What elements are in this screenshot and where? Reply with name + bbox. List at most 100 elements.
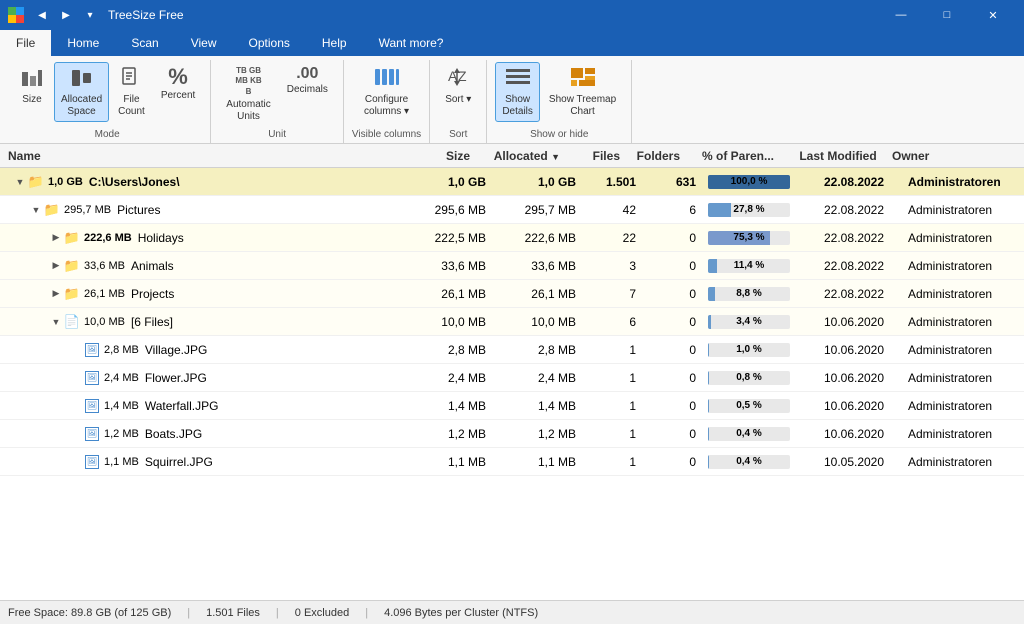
percent-text-1: 27,8 % [733, 204, 764, 215]
allocated-4: 26,1 MB [494, 287, 584, 301]
size-label-6: 2,8 MB [104, 344, 139, 356]
row-name-9: ▶ 🖼 1,2 MB Boats.JPG [0, 426, 414, 442]
forward-button[interactable]: ▶ [56, 5, 76, 25]
percent-bar-fill-3 [708, 259, 717, 273]
percent-bar-bg-8: 0,5 % [708, 399, 790, 413]
decimals-button[interactable]: .00 Decimals [280, 62, 335, 127]
percent-5: 3,4 % [704, 315, 804, 329]
table-row[interactable]: ▶ 🖼 1,4 MB Waterfall.JPG 1,4 MB 1,4 MB 1… [0, 392, 1024, 420]
percent-label: Percent [161, 90, 195, 102]
main-content: Name Size Allocated ▼ Files Folders % of… [0, 144, 1024, 600]
show-details-button[interactable]: ShowDetails [495, 62, 540, 122]
allocated-5: 10,0 MB [494, 315, 584, 329]
modified-0: 22.08.2022 [804, 175, 904, 189]
sort-button[interactable]: A Z Sort ▾ [438, 62, 478, 110]
percent-6: 1,0 % [704, 343, 804, 357]
percent-bar-bg-10: 0,4 % [708, 455, 790, 469]
app-title: TreeSize Free [108, 8, 878, 22]
folders-9: 0 [644, 427, 704, 441]
table-row[interactable]: ▶ 🖼 2,4 MB Flower.JPG 2,4 MB 2,4 MB 1 0 … [0, 364, 1024, 392]
table-row[interactable]: ▼ 📁 1,0 GB C:\Users\Jones\ 1,0 GB 1,0 GB… [0, 168, 1024, 196]
table-row[interactable]: ▶ 📁 33,6 MB Animals 33,6 MB 33,6 MB 3 0 … [0, 252, 1024, 280]
tab-want-more[interactable]: Want more? [363, 30, 460, 56]
show-hide-buttons: ShowDetails Show TreemapChart [495, 62, 623, 122]
name-5: [6 Files] [131, 315, 173, 329]
image-icon-8: 🖼 [84, 398, 100, 414]
percent-bar-fill-5 [708, 315, 711, 329]
expand-btn-1[interactable]: ▼ [28, 202, 44, 218]
expand-btn-0[interactable]: ▼ [12, 174, 28, 190]
status-cluster: 4.096 Bytes per Cluster (NTFS) [384, 607, 538, 619]
image-icon-10: 🖼 [84, 454, 100, 470]
configure-columns-icon [373, 66, 401, 92]
sort-label: Sort ▾ [445, 94, 471, 106]
percent-text-9: 0,4 % [736, 428, 762, 439]
size-label-5: 10,0 MB [84, 316, 125, 328]
show-treemap-button[interactable]: Show TreemapChart [542, 62, 623, 122]
size-label-7: 2,4 MB [104, 372, 139, 384]
name-0: C:\Users\Jones\ [89, 175, 180, 189]
tab-view[interactable]: View [175, 30, 233, 56]
image-icon-7: 🖼 [84, 370, 100, 386]
folder-icon-2: 📁 [64, 230, 80, 246]
window-controls: — □ ✕ [878, 0, 1016, 30]
table-row[interactable]: ▼ 📁 295,7 MB Pictures 295,6 MB 295,7 MB … [0, 196, 1024, 224]
ribbon-content: Size AllocatedSpace [0, 56, 1024, 143]
col-header-modified: Last Modified [788, 149, 888, 163]
files-1: 42 [584, 203, 644, 217]
modified-4: 22.08.2022 [804, 287, 904, 301]
allocated-space-button[interactable]: AllocatedSpace [54, 62, 109, 122]
percent-bar-container-6: 1,0 % [704, 343, 794, 357]
table-body[interactable]: ▼ 📁 1,0 GB C:\Users\Jones\ 1,0 GB 1,0 GB… [0, 168, 1024, 600]
percent-bar-bg-3: 11,4 % [708, 259, 790, 273]
files-4: 7 [584, 287, 644, 301]
tab-file[interactable]: File [0, 30, 51, 56]
table-row[interactable]: ▶ 📁 222,6 MB Holidays 222,5 MB 222,6 MB … [0, 224, 1024, 252]
percent-9: 0,4 % [704, 427, 804, 441]
expand-btn-3[interactable]: ▶ [48, 258, 64, 274]
dropdown-button[interactable]: ▾ [80, 5, 100, 25]
back-button[interactable]: ◀ [32, 5, 52, 25]
size-button[interactable]: Size [12, 62, 52, 122]
percent-bar-fill-4 [708, 287, 715, 301]
files-6: 1 [584, 343, 644, 357]
sort-icon: A Z [446, 66, 470, 92]
table-row[interactable]: ▶ 🖼 2,8 MB Village.JPG 2,8 MB 2,8 MB 1 0… [0, 336, 1024, 364]
percent-bar-bg-2: 75,3 % [708, 231, 790, 245]
close-button[interactable]: ✕ [970, 0, 1016, 30]
owner-0: Administratoren [904, 175, 1024, 189]
file-count-icon [119, 66, 143, 92]
expand-btn-5[interactable]: ▼ [48, 314, 64, 330]
percent-button[interactable]: % Percent [154, 62, 202, 122]
tab-options[interactable]: Options [233, 30, 306, 56]
configure-columns-button[interactable]: Configurecolumns ▾ [357, 62, 416, 122]
folder-icon-4: 📁 [64, 286, 80, 302]
tab-scan[interactable]: Scan [115, 30, 174, 56]
maximize-button[interactable]: □ [924, 0, 970, 30]
expand-btn-2[interactable]: ▶ [48, 230, 64, 246]
status-sep-2: | [276, 607, 279, 619]
table-row[interactable]: ▶ 🖼 1,1 MB Squirrel.JPG 1,1 MB 1,1 MB 1 … [0, 448, 1024, 476]
tab-home[interactable]: Home [51, 30, 115, 56]
status-excluded: 0 Excluded [295, 607, 349, 619]
table-row[interactable]: ▼ 📄 10,0 MB [6 Files] 10,0 MB 10,0 MB 6 … [0, 308, 1024, 336]
percent-text-2: 75,3 % [733, 232, 764, 243]
app-icon [8, 7, 24, 23]
owner-3: Administratoren [904, 259, 1024, 273]
automatic-units-button[interactable]: TB GBMB KBB AutomaticUnits [219, 62, 277, 127]
modified-6: 10.06.2020 [804, 343, 904, 357]
table-row[interactable]: ▶ 📁 26,1 MB Projects 26,1 MB 26,1 MB 7 0… [0, 280, 1024, 308]
folders-6: 0 [644, 343, 704, 357]
tab-help[interactable]: Help [306, 30, 363, 56]
folder-icon-1: 📁 [44, 202, 60, 218]
percent-text-5: 3,4 % [736, 316, 762, 327]
percent-7: 0,8 % [704, 371, 804, 385]
treemap-icon [569, 66, 597, 92]
minimize-button[interactable]: — [878, 0, 924, 30]
auto-units-icon: TB GBMB KBB [235, 66, 261, 97]
row-name-8: ▶ 🖼 1,4 MB Waterfall.JPG [0, 398, 414, 414]
file-count-button[interactable]: FileCount [111, 62, 152, 122]
table-row[interactable]: ▶ 🖼 1,2 MB Boats.JPG 1,2 MB 1,2 MB 1 0 0… [0, 420, 1024, 448]
col-header-allocated[interactable]: Allocated ▼ [478, 149, 568, 163]
expand-btn-4[interactable]: ▶ [48, 286, 64, 302]
